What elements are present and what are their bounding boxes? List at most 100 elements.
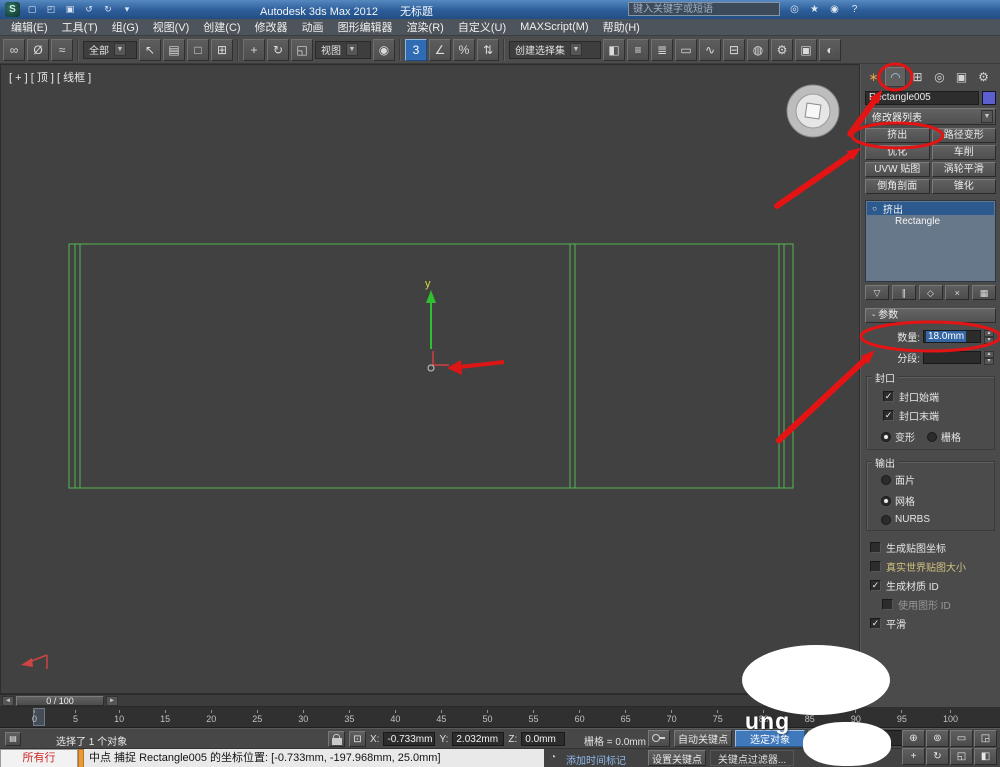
time-slider-right-arrow[interactable]: ► xyxy=(106,696,118,706)
viewport-top[interactable]: [ + ] [ 顶 ] [ 线框 ] y xyxy=(0,64,860,694)
render-setup-icon[interactable]: ⚙ xyxy=(771,38,793,61)
key-filters-button[interactable]: 关键点过滤器... xyxy=(710,750,794,766)
menu-item[interactable]: 自定义(U) xyxy=(451,18,513,36)
transform-gizmo[interactable]: y xyxy=(425,278,449,372)
modifier-button-turbosmooth[interactable]: 涡轮平滑 xyxy=(931,162,996,177)
snaps-toggle-3d-icon[interactable]: 3 xyxy=(405,38,427,61)
z-coordinate-field[interactable]: 0.0mm xyxy=(521,732,566,746)
tab-create[interactable]: ∗ xyxy=(863,67,884,87)
use-shape-ids-checkbox[interactable] xyxy=(882,599,893,610)
configure-modifier-sets-icon[interactable]: ▦ xyxy=(972,285,996,300)
tab-utilities[interactable]: ⚙ xyxy=(973,67,994,87)
communication-center-icon[interactable]: ◉ xyxy=(827,2,842,16)
favorites-star-icon[interactable]: ★ xyxy=(807,2,822,16)
zoom-icon[interactable]: ⊕ xyxy=(902,730,925,747)
menu-item[interactable]: 帮助(H) xyxy=(596,18,647,36)
select-by-name-icon[interactable]: ▤ xyxy=(163,38,185,61)
unlink-selection-icon[interactable]: Ø xyxy=(27,38,49,61)
modifier-button-uvw-map[interactable]: UVW 贴图 xyxy=(865,162,930,177)
menu-item[interactable]: 编辑(E) xyxy=(4,18,55,36)
reference-coordinate-dropdown[interactable]: 视图 ▼ xyxy=(315,40,371,59)
percent-snap-icon[interactable]: % xyxy=(453,38,475,61)
rectangular-selection-region-icon[interactable]: □ xyxy=(187,38,209,61)
viewcube[interactable] xyxy=(786,84,840,138)
set-key-button[interactable]: 设置关键点 xyxy=(648,750,706,766)
material-editor-icon[interactable]: ◍ xyxy=(747,38,769,61)
pan-icon[interactable]: + xyxy=(902,748,925,765)
generate-mapping-coords-checkbox[interactable] xyxy=(870,542,881,553)
parameters-rollout-header[interactable]: - 参数 xyxy=(865,308,996,323)
modifier-button-bevel-profile[interactable]: 倒角剖面 xyxy=(865,179,930,194)
search-input[interactable] xyxy=(628,2,780,16)
show-end-result-icon[interactable]: ∥ xyxy=(891,285,916,300)
segments-spinner[interactable]: ▴ ▾ xyxy=(984,350,994,365)
menu-item[interactable]: 组(G) xyxy=(105,18,146,36)
tab-motion[interactable]: ◎ xyxy=(929,67,950,87)
spinner-snap-icon[interactable]: ⇅ xyxy=(477,38,499,61)
zoom-extents-icon[interactable]: ▭ xyxy=(950,730,973,747)
zoom-all-icon[interactable]: ⊚ xyxy=(926,730,949,747)
select-and-move-icon[interactable]: + xyxy=(243,38,265,61)
select-and-scale-icon[interactable]: ◱ xyxy=(291,38,313,61)
modifier-stack-item[interactable]: ○ 挤出 xyxy=(867,202,994,216)
y-coordinate-field[interactable]: 2.032mm xyxy=(452,732,505,746)
modifier-button-extrude[interactable]: 挤出 xyxy=(865,128,930,143)
tab-display[interactable]: ▣ xyxy=(951,67,972,87)
window-crossing-icon[interactable]: ⊞ xyxy=(211,38,233,61)
modifier-button-path-deform[interactable]: 路径变形 xyxy=(931,128,996,143)
mirror-icon[interactable]: ◧ xyxy=(603,38,625,61)
nurbs-radio[interactable] xyxy=(881,514,891,525)
tab-modify[interactable]: ◠ xyxy=(885,67,906,87)
patch-radio[interactable] xyxy=(881,474,891,485)
x-coordinate-field[interactable]: -0.733mm xyxy=(383,732,436,746)
use-pivot-point-icon[interactable]: ◉ xyxy=(373,38,395,61)
render-production-icon[interactable]: ◐ xyxy=(819,38,841,61)
modifier-button-optimize[interactable]: 优化 xyxy=(865,145,930,160)
menu-item[interactable]: 修改器 xyxy=(248,18,295,36)
time-slider-thumb[interactable]: 0 / 100 xyxy=(16,696,104,706)
object-name-field[interactable]: Rectangle005 xyxy=(865,91,979,105)
orbit-icon[interactable]: ↻ xyxy=(926,748,949,765)
field-of-view-icon[interactable]: ◱ xyxy=(950,748,973,765)
modifier-button-taper[interactable]: 锥化 xyxy=(931,179,996,194)
select-and-rotate-icon[interactable]: ↻ xyxy=(267,38,289,61)
save-file-icon[interactable]: ▣ xyxy=(62,3,78,17)
object-color-swatch[interactable] xyxy=(982,91,996,105)
maxscript-listener-field[interactable]: 所有行 xyxy=(0,749,78,767)
smooth-checkbox[interactable]: ✓ xyxy=(870,618,881,629)
select-and-link-icon[interactable]: ∞ xyxy=(3,38,25,61)
visibility-bulb-icon[interactable]: ○ xyxy=(870,204,879,213)
align-icon[interactable]: ≡ xyxy=(627,38,649,61)
workspace-dropdown-icon[interactable]: ▾ xyxy=(119,3,135,17)
pin-stack-icon[interactable]: ▽ xyxy=(865,285,889,300)
lock-selection-toggle[interactable] xyxy=(328,731,345,747)
redo-icon[interactable]: ↻ xyxy=(100,3,116,17)
menu-item[interactable]: 工具(T) xyxy=(55,18,105,36)
amount-field[interactable]: 18.0mm xyxy=(923,330,981,343)
set-keys-button[interactable] xyxy=(648,730,670,747)
open-file-icon[interactable]: ◰ xyxy=(43,3,59,17)
remove-modifier-icon[interactable]: × xyxy=(945,285,970,300)
morph-radio[interactable] xyxy=(881,431,891,442)
absolute-mode-toggle[interactable]: ⊡ xyxy=(349,731,366,747)
ribbon-toggle-icon[interactable]: ▭ xyxy=(675,38,697,61)
info-center-search-icon[interactable]: ◎ xyxy=(787,2,802,16)
tab-hierarchy[interactable]: ⊞ xyxy=(907,67,928,87)
generate-material-ids-checkbox[interactable]: ✓ xyxy=(870,580,881,591)
rectangle-shape[interactable] xyxy=(68,243,794,489)
select-object-icon[interactable]: ↖ xyxy=(139,38,161,61)
selection-filter-dropdown[interactable]: 全部 ▼ xyxy=(83,40,137,59)
viewport-label[interactable]: [ + ] [ 顶 ] [ 线框 ] xyxy=(9,69,91,85)
menu-item[interactable]: 创建(C) xyxy=(196,18,247,36)
new-file-icon[interactable]: ▢ xyxy=(24,3,40,17)
layer-manager-icon[interactable]: ≣ xyxy=(651,38,673,61)
undo-icon[interactable]: ↺ xyxy=(81,3,97,17)
bind-to-space-warp-icon[interactable]: ≈ xyxy=(51,38,73,61)
menu-item[interactable]: MAXScript(M) xyxy=(513,20,595,34)
help-icon[interactable]: ? xyxy=(847,2,862,16)
time-slider-track[interactable]: ◄ 0 / 100 ► xyxy=(0,694,860,707)
cap-end-checkbox[interactable]: ✓ xyxy=(883,410,894,421)
curve-editor-icon[interactable]: ∿ xyxy=(699,38,721,61)
real-world-map-size-checkbox[interactable] xyxy=(870,561,881,572)
maximize-viewport-icon[interactable]: ◧ xyxy=(974,748,997,765)
